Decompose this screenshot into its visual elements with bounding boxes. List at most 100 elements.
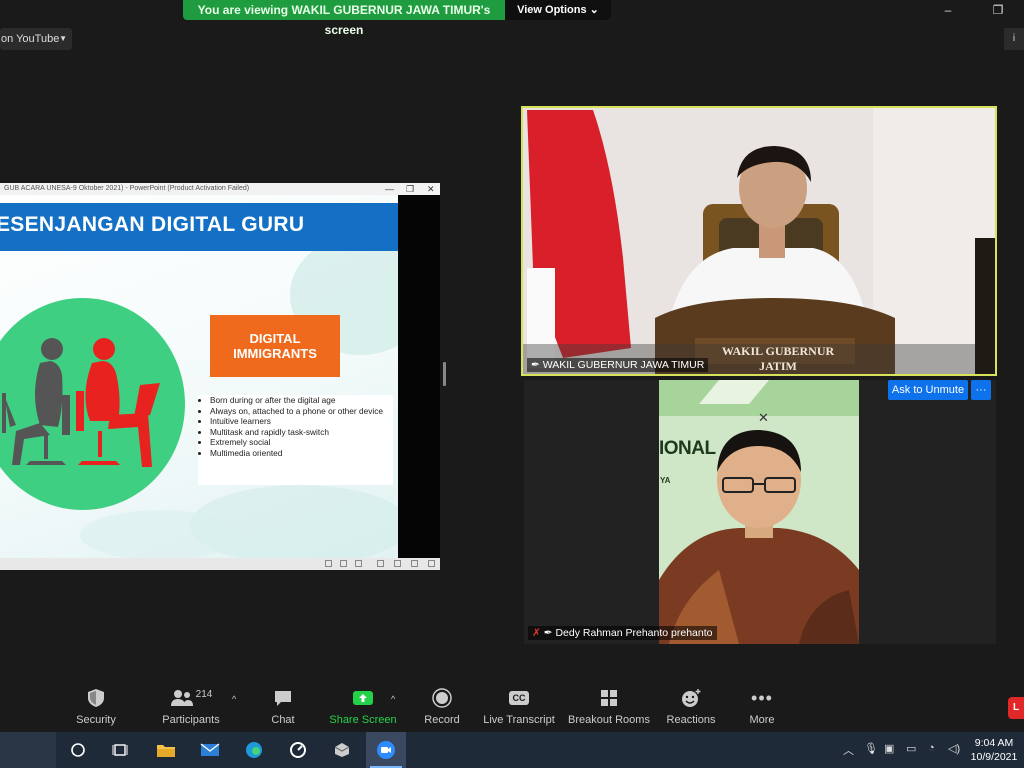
- restore-button[interactable]: ❐: [993, 3, 1004, 17]
- zoom-icon: [428, 560, 435, 567]
- edge-icon: [246, 742, 262, 758]
- windows-taskbar: ︿ 🎙 ▣ ▭ ◔ ◁) 9:04 AM 10/9/2021: [0, 732, 1024, 768]
- record-label: Record: [424, 714, 460, 726]
- bullet-item: Always on, attached to a phone or other …: [210, 406, 393, 417]
- box-title-line2: IMMIGRANTS: [233, 346, 317, 361]
- slide-side-panel: [398, 195, 440, 558]
- reactions-label: Reactions: [666, 714, 716, 726]
- security-label: Security: [76, 714, 116, 726]
- bullet-item: Extremely social: [210, 437, 393, 448]
- powerpoint-status-bar: [0, 558, 440, 570]
- microphone-icon[interactable]: 🎙: [864, 742, 878, 755]
- task-view-icon: [112, 744, 128, 756]
- clock-time: 9:04 AM: [974, 737, 1014, 749]
- volume-icon[interactable]: ◁): [948, 742, 960, 755]
- powerpoint-title: GUB ACARA UNESA-9 Oktober 2021) - PowerP…: [4, 185, 250, 192]
- info-icon: i: [1012, 33, 1016, 44]
- breakout-rooms-button[interactable]: Breakout Rooms: [566, 684, 652, 732]
- background-text: IONAL: [659, 438, 716, 459]
- participants-icon: [170, 690, 193, 706]
- viewing-message: You are viewing WAKIL GUBERNUR JAWA TIMU…: [197, 3, 491, 37]
- bullet-item: Multimedia oriented: [210, 448, 393, 459]
- bullet-item: Intuitive learners: [210, 416, 393, 427]
- closed-caption-icon: CC: [509, 691, 529, 705]
- participant-name: WAKIL GUBERNUR JAWA TIMUR: [542, 359, 705, 371]
- clock-date: 10/9/2021: [970, 751, 1018, 763]
- minimize-button[interactable]: –: [945, 3, 952, 17]
- live-badge: L: [1008, 697, 1024, 719]
- record-icon: [432, 688, 452, 708]
- view-options-label: View Options: [517, 4, 587, 16]
- powerpoint-title-bar: GUB ACARA UNESA-9 Oktober 2021) - PowerP…: [0, 183, 440, 195]
- taskbar-clock[interactable]: 9:04 AM 10/9/2021: [964, 736, 1024, 766]
- live-on-youtube-label: on YouTube: [1, 33, 60, 45]
- mail-button[interactable]: [190, 732, 230, 768]
- box-title-line1: DIGITAL: [249, 331, 301, 346]
- task-view-button[interactable]: [100, 732, 140, 768]
- file-explorer-button[interactable]: [146, 732, 186, 768]
- live-on-youtube-button[interactable]: on YouTube ▼: [0, 28, 72, 50]
- wifi-icon[interactable]: ◔: [928, 742, 935, 754]
- background-text-small: YA: [660, 476, 671, 485]
- shared-powerpoint-window: GUB ACARA UNESA-9 Oktober 2021) - PowerP…: [0, 183, 440, 570]
- participants-caret-icon[interactable]: ^: [232, 694, 236, 704]
- split-resize-handle[interactable]: [443, 362, 446, 386]
- bullet-item: Multitask and rapidly task-switch: [210, 427, 393, 438]
- show-hidden-icons-icon[interactable]: ︿: [843, 742, 854, 758]
- app-button[interactable]: [278, 732, 318, 768]
- chat-button[interactable]: Chat: [262, 684, 304, 732]
- security-button[interactable]: Security: [70, 684, 122, 732]
- gauge-icon: [290, 742, 306, 758]
- edge-browser-button[interactable]: [234, 732, 274, 768]
- tile-more-options-button[interactable]: ···: [971, 380, 991, 400]
- app-button-2[interactable]: [322, 732, 362, 768]
- window-controls: – ❐: [924, 0, 1024, 20]
- video-tile-active-speaker[interactable]: WAKIL GUBERNUR JATIM ✒ WAKIL GUBERNUR JA…: [521, 106, 997, 376]
- cortana-circle-icon: [71, 743, 85, 757]
- video-tile-participant[interactable]: IONAL YA ✕ ✗ ✒ Dedy Rahman Prehanto preh…: [524, 380, 996, 644]
- chevron-down-icon: ⌄: [589, 4, 599, 16]
- share-screen-icon: [353, 691, 373, 705]
- view-options-button[interactable]: View Options ⌄: [505, 0, 611, 20]
- more-dots-icon: •••: [751, 687, 773, 708]
- battery-icon[interactable]: ▭: [906, 742, 916, 755]
- participant-name: Dedy Rahman Prehanto prehanto: [555, 627, 713, 639]
- slide-heading-bar: ESENJANGAN DIGITAL GURU: [0, 203, 398, 251]
- participants-button[interactable]: 214 Participants: [158, 684, 224, 732]
- muted-microphone-icon: ✗: [532, 627, 541, 639]
- meeting-info-button[interactable]: i: [1004, 28, 1024, 50]
- more-button[interactable]: ••• More: [740, 684, 784, 732]
- screen-share-tray-icon[interactable]: ▣: [884, 742, 894, 755]
- ppt-minimize-icon: —: [385, 184, 394, 194]
- background-close-mark: ✕: [758, 410, 769, 425]
- share-screen-button[interactable]: Share Screen: [328, 684, 398, 732]
- participant-name-tag: ✒ WAKIL GUBERNUR JAWA TIMUR: [527, 358, 709, 372]
- reactions-button[interactable]: Reactions: [664, 684, 718, 732]
- more-label: More: [749, 714, 775, 726]
- smiley-icon: [682, 689, 701, 707]
- screen-share-banner: You are viewing WAKIL GUBERNUR JAWA TIMU…: [183, 0, 611, 37]
- participant-name-tag: ✗ ✒ Dedy Rahman Prehanto prehanto: [528, 626, 717, 640]
- cortana-button[interactable]: [58, 732, 98, 768]
- mail-icon: [200, 743, 220, 756]
- notes-icon: [325, 560, 332, 567]
- bullet-list-panel: Born during or after the digital age Alw…: [198, 395, 393, 485]
- people-silhouette-icon: [2, 338, 160, 467]
- bullet-list: Born during or after the digital age Alw…: [198, 395, 393, 459]
- slideshow-icon: [411, 560, 418, 567]
- taskbar-search-area[interactable]: [0, 732, 56, 768]
- desk-name-plate: WAKIL GUBERNUR JATIM: [721, 344, 835, 373]
- slide-heading: ESENJANGAN DIGITAL GURU: [0, 213, 305, 236]
- reading-view-icon: [394, 560, 401, 567]
- bullet-item: Born during or after the digital age: [210, 395, 393, 406]
- pin-icon: ✒: [543, 627, 553, 639]
- live-transcript-button[interactable]: CC Live Transcript: [482, 684, 556, 732]
- ask-to-unmute-button[interactable]: Ask to Unmute: [888, 380, 968, 400]
- participant-count: 214: [195, 688, 213, 700]
- share-screen-caret-icon[interactable]: ^: [391, 694, 395, 704]
- record-button[interactable]: Record: [418, 684, 466, 732]
- zoom-app-button[interactable]: [366, 732, 406, 768]
- package-icon: [334, 743, 350, 757]
- slide-canvas: ESENJANGAN DIGITAL GURU DIGITAL IMMIGRAN…: [0, 195, 398, 558]
- share-screen-label: Share Screen: [329, 714, 397, 726]
